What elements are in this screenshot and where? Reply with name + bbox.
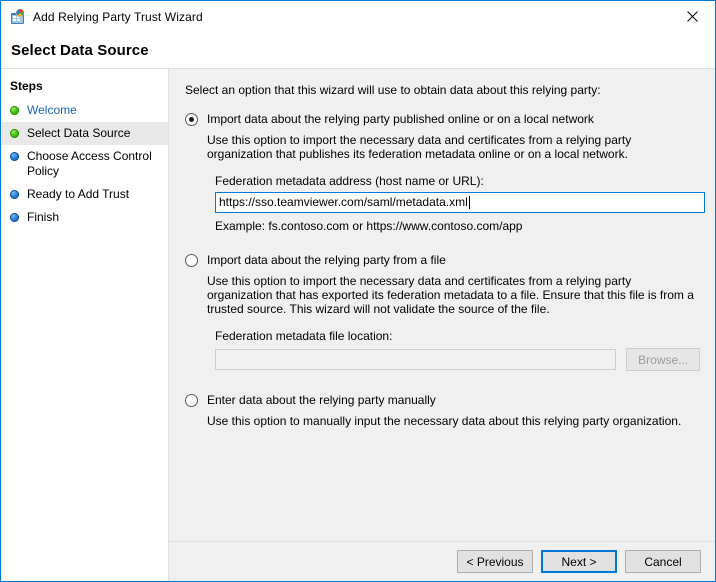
cancel-button[interactable]: Cancel [625, 550, 701, 573]
option-manual: Enter data about the relying party manua… [185, 393, 700, 428]
wizard-app-icon [10, 8, 26, 25]
radio-option-file[interactable]: Import data about the relying party from… [185, 253, 700, 267]
radio-button-icon[interactable] [185, 254, 198, 267]
next-button[interactable]: Next > [541, 550, 617, 573]
metadata-address-value: https://sso.teamviewer.com/saml/metadata… [219, 195, 468, 209]
sidebar-item-label: Finish [27, 210, 60, 224]
previous-button[interactable]: < Previous [457, 550, 533, 573]
page-title: Select Data Source [11, 41, 149, 59]
step-bullet-icon [10, 129, 19, 138]
option-online: Import data about the relying party publ… [185, 112, 705, 233]
metadata-file-label: Federation metadata file location: [215, 329, 393, 343]
sidebar-item-label: Ready to Add Trust [27, 187, 130, 201]
metadata-address-input[interactable]: https://sso.teamviewer.com/saml/metadata… [215, 192, 705, 213]
window-title: Add Relying Party Trust Wizard [33, 9, 203, 24]
radio-option-manual[interactable]: Enter data about the relying party manua… [185, 393, 700, 407]
sidebar-item-label: Choose Access Control Policy [27, 149, 152, 178]
option-file: Import data about the relying party from… [185, 253, 700, 371]
close-icon[interactable] [670, 1, 715, 31]
radio-button-icon[interactable] [185, 113, 198, 126]
radio-button-icon[interactable] [185, 394, 198, 407]
browse-button[interactable]: Browse... [626, 348, 700, 371]
steps-sidebar: Steps Welcome Select Data Source Choose … [1, 69, 169, 581]
option-online-description: Use this option to import the necessary … [207, 133, 632, 161]
sidebar-item-ready-to-add-trust[interactable]: Ready to Add Trust [1, 183, 168, 206]
sidebar-item-label: Select Data Source [27, 126, 131, 140]
metadata-file-input[interactable] [215, 349, 617, 370]
sidebar-item-select-data-source[interactable]: Select Data Source [1, 122, 168, 145]
option-file-description: Use this option to import the necessary … [207, 274, 694, 316]
content-pane: Select an option that this wizard will u… [169, 69, 715, 581]
metadata-file-row: Browse... [215, 348, 700, 371]
steps-heading: Steps [10, 79, 43, 93]
page-header: Select Data Source [1, 32, 715, 69]
wizard-window: Add Relying Party Trust Wizard Select Da… [0, 0, 716, 582]
radio-option-file-label: Import data about the relying party from… [207, 253, 446, 267]
text-caret [468, 196, 470, 209]
sidebar-item-label: Welcome [27, 103, 77, 117]
step-bullet-icon [10, 213, 19, 222]
metadata-address-label: Federation metadata address (host name o… [215, 174, 484, 188]
sidebar-item-welcome[interactable]: Welcome [1, 99, 168, 122]
radio-option-manual-label: Enter data about the relying party manua… [207, 393, 436, 407]
intro-text: Select an option that this wizard will u… [185, 83, 601, 97]
button-bar: < Previous Next > Cancel [169, 541, 715, 581]
sidebar-item-finish[interactable]: Finish [1, 206, 168, 229]
radio-option-online-label: Import data about the relying party publ… [207, 112, 594, 126]
wizard-body: Steps Welcome Select Data Source Choose … [1, 69, 715, 581]
radio-option-online[interactable]: Import data about the relying party publ… [185, 112, 700, 126]
step-bullet-icon [10, 152, 19, 161]
content-inner: Select an option that this wizard will u… [169, 69, 715, 541]
step-bullet-icon [10, 106, 19, 115]
sidebar-item-choose-access-control-policy[interactable]: Choose Access Control Policy [1, 145, 168, 183]
metadata-address-example: Example: fs.contoso.com or https://www.c… [215, 219, 523, 233]
option-manual-description: Use this option to manually input the ne… [207, 414, 682, 428]
title-bar: Add Relying Party Trust Wizard [1, 1, 715, 32]
step-bullet-icon [10, 190, 19, 199]
